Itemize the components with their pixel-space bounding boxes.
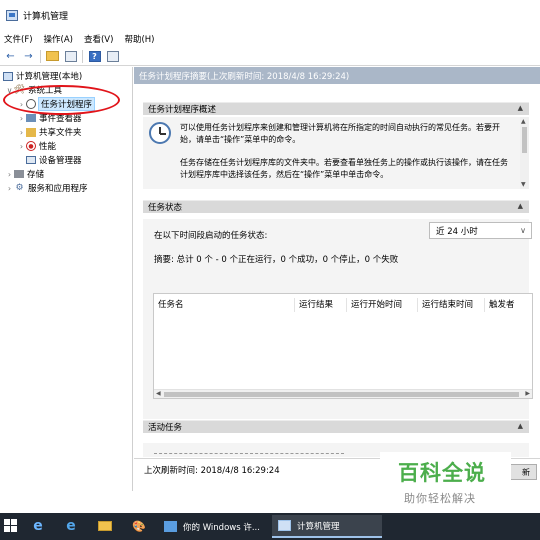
refresh-button-label: 新 <box>522 467 530 477</box>
menu-help[interactable]: 帮助(H) <box>124 33 154 45</box>
window-title: 计算机管理 <box>23 11 69 22</box>
menu-file[interactable]: 文件(F) <box>4 33 33 45</box>
tree-item-root[interactable]: 计算机管理(本地) <box>0 69 132 83</box>
scroll-thumb[interactable] <box>522 127 527 153</box>
computer-management-icon <box>6 9 18 21</box>
chevron-down-icon: ∨ <box>520 226 526 235</box>
collapse-arrow-icon[interactable]: ▲ <box>518 202 523 210</box>
overview-section-header[interactable]: 任务计划程序概述 ▲ <box>143 102 529 115</box>
section-title: 任务计划程序概述 <box>148 105 217 115</box>
tree-item-label: 计算机管理(本地) <box>16 72 83 82</box>
menu-action[interactable]: 操作(A) <box>44 33 73 45</box>
column-run-start[interactable]: 运行开始时间 <box>347 298 418 312</box>
watermark-logo: 百科全说 助你轻松解决 <box>380 452 511 514</box>
properties-icon[interactable] <box>105 49 120 64</box>
chevron-right-icon[interactable]: › <box>17 128 26 137</box>
tree-item-label: 服务和应用程序 <box>28 184 88 194</box>
tree-item-label: 设备管理器 <box>39 156 82 166</box>
taskbar: e e 🎨 你的 Windows 许... 计算机管理 <box>0 513 540 540</box>
overview-paragraph-2: 任务存储在任务计划程序库的文件夹中。若要查看单独任务上的操作或执行该操作，请在任… <box>180 158 508 179</box>
watermark-subtitle: 助你轻松解决 <box>404 492 476 505</box>
help-icon[interactable]: ? <box>87 49 102 64</box>
taskbar-window-computer-management[interactable]: 计算机管理 <box>272 515 382 538</box>
column-run-end[interactable]: 运行结束时间 <box>418 298 485 312</box>
toolbar: ← → ? <box>0 47 540 66</box>
chevron-right-icon[interactable]: › <box>17 114 26 123</box>
column-task-name[interactable]: 任务名 <box>154 298 295 312</box>
computer-management-icon <box>278 520 291 531</box>
task-status-section-header[interactable]: 任务状态 ▲ <box>143 200 529 213</box>
tree-item-services[interactable]: › ⚙ 服务和应用程序 <box>0 181 132 195</box>
watermark-title: 百科全说 <box>398 461 486 485</box>
services-icon: ⚙ <box>15 183 24 193</box>
chevron-right-icon[interactable]: › <box>5 184 14 193</box>
event-viewer-icon <box>26 114 36 122</box>
up-folder-icon[interactable] <box>45 49 60 64</box>
forward-arrow-icon[interactable]: → <box>21 49 36 64</box>
clipped-content <box>154 453 344 457</box>
title-bar: 计算机管理 <box>0 0 540 30</box>
tree-item-label: 存储 <box>27 170 45 180</box>
paint-app-icon[interactable]: 🎨 <box>130 517 148 535</box>
collapse-arrow-icon[interactable]: ▲ <box>518 104 523 112</box>
taskbar-task-label: 计算机管理 <box>297 521 340 532</box>
main-pane: 任务计划程序摘要(上次刷新时间: 2018/4/8 16:29:24) 任务计划… <box>134 67 540 491</box>
device-manager-icon <box>26 156 36 164</box>
back-arrow-icon[interactable]: ← <box>3 49 18 64</box>
collapse-arrow-icon[interactable]: ▲ <box>518 422 523 430</box>
windows-window-icon <box>164 521 177 532</box>
section-title: 活动任务 <box>148 423 183 433</box>
chevron-right-icon[interactable]: › <box>5 170 14 179</box>
column-triggered-by[interactable]: 触发者 <box>485 298 530 312</box>
show-hide-tree-icon[interactable] <box>63 49 78 64</box>
scroll-thumb[interactable] <box>164 392 519 397</box>
table-horizontal-scrollbar[interactable]: ◀ ▶ <box>154 389 532 398</box>
taskbar-task-label: 你的 Windows 许... <box>183 522 260 533</box>
edge-browser-icon[interactable]: e <box>29 517 47 535</box>
status-summary: 摘要: 总计 0 个 - 0 个正在运行，0 个成功，0 个停止，0 个失败 <box>154 255 399 265</box>
task-status-table: 任务名 运行结果 运行开始时间 运行结束时间 触发者 ◀ ▶ <box>153 293 533 399</box>
scroll-up-icon[interactable]: ▲ <box>521 118 526 125</box>
performance-icon: ● <box>26 141 36 151</box>
overview-paragraph-1: 可以使用任务计划程序来创建和管理计算机将在所指定的时间自动执行的常见任务。若要开… <box>180 123 500 144</box>
windows-start-icon[interactable] <box>4 519 18 533</box>
file-explorer-icon[interactable] <box>96 517 114 535</box>
toolbar-separator <box>40 49 41 63</box>
overview-panel: 可以使用任务计划程序来创建和管理计算机将在所指定的时间自动执行的常见任务。若要开… <box>143 117 529 189</box>
active-tasks-section-header[interactable]: 活动任务 ▲ <box>143 420 529 433</box>
menu-view[interactable]: 查看(V) <box>84 33 113 45</box>
section-title: 任务状态 <box>148 203 183 213</box>
tree-item-shared-folders[interactable]: › 共享文件夹 <box>0 125 132 139</box>
summary-header: 任务计划程序摘要(上次刷新时间: 2018/4/8 16:29:24) <box>134 67 540 84</box>
scroll-left-icon[interactable]: ◀ <box>156 390 161 397</box>
column-run-result[interactable]: 运行结果 <box>295 298 347 312</box>
period-dropdown[interactable]: 近 24 小时 ∨ <box>429 222 532 239</box>
scroll-down-icon[interactable]: ▼ <box>521 181 526 188</box>
status-period-label: 在以下时间段启动的任务状态: <box>154 231 268 241</box>
task-scheduler-clock-icon <box>149 122 171 144</box>
tree-item-storage[interactable]: › 存储 <box>0 167 132 181</box>
internet-explorer-icon[interactable]: e <box>62 517 80 535</box>
storage-icon <box>14 170 24 178</box>
chevron-right-icon[interactable]: › <box>17 142 26 151</box>
computer-icon <box>3 71 13 81</box>
shared-folder-icon <box>26 127 36 137</box>
tree-item-device-manager[interactable]: 设备管理器 <box>0 153 132 167</box>
period-dropdown-value: 近 24 小时 <box>436 226 478 237</box>
tree-item-label: 共享文件夹 <box>39 128 82 138</box>
scroll-right-icon[interactable]: ▶ <box>525 390 530 397</box>
tree-item-performance[interactable]: › ● 性能 <box>0 139 132 153</box>
taskbar-window-windows-license[interactable]: 你的 Windows 许... <box>158 515 268 538</box>
annotation-circle <box>3 85 120 115</box>
last-refresh-text: 上次刷新时间: 2018/4/8 16:29:24 <box>144 465 280 476</box>
table-header: 任务名 运行结果 运行开始时间 运行结束时间 触发者 <box>154 298 532 312</box>
overview-scrollbar[interactable]: ▲ ▼ <box>520 117 529 189</box>
toolbar-separator <box>82 49 83 63</box>
menu-bar: 文件(F) 操作(A) 查看(V) 帮助(H) <box>0 31 540 47</box>
tree-item-label: 性能 <box>39 142 57 152</box>
navigation-tree: 计算机管理(本地) ∨ 🛠 系统工具 › 任务计划程序 › 事件查看器 › 共享… <box>0 67 133 491</box>
